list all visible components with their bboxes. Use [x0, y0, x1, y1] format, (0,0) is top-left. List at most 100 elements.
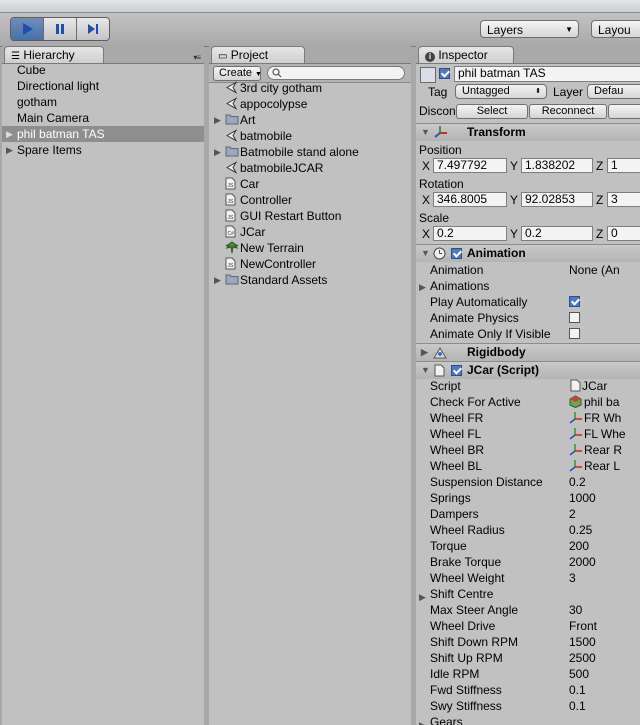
folder-icon [225, 145, 239, 158]
layout-dropdown[interactable]: Layou [591, 20, 640, 38]
jcar-script-header[interactable]: ▼ JCar (Script) [416, 361, 640, 379]
position-z-field[interactable]: 1 [607, 158, 640, 173]
jcar-property-value[interactable]: 2 [569, 506, 576, 522]
position-x-field[interactable]: 7.497792 [433, 158, 507, 173]
rotation-y-field[interactable]: 92.02853 [521, 192, 593, 207]
expand-arrow-icon[interactable]: ▶ [6, 142, 13, 158]
animation-header[interactable]: ▼ Animation [416, 244, 640, 262]
project-item[interactable]: ▶ Batmobile stand alone [209, 144, 411, 160]
expand-arrow-icon[interactable]: ▶ [214, 112, 221, 128]
animation-title: Animation [467, 246, 526, 260]
step-button[interactable] [77, 18, 109, 40]
jcar-property-value[interactable]: 500 [569, 666, 589, 682]
dropdown-arrow-icon: ▼ [255, 71, 262, 78]
jcar-property-value[interactable]: Rear L [584, 458, 620, 474]
expand-arrow-icon[interactable]: ▶ [6, 126, 13, 142]
animation-enabled-checkbox[interactable] [451, 248, 462, 259]
project-item[interactable]: 3rd city gotham [209, 80, 411, 96]
jcar-property-label: Swy Stiffness [430, 699, 502, 713]
jcar-property-row: Suspension Distance 0.2 [416, 474, 640, 490]
hierarchy-item-cube[interactable]: Cube [2, 62, 204, 78]
jcar-property-value[interactable]: phil ba [584, 394, 619, 410]
rigidbody-header[interactable]: ▶ Rigidbody [416, 343, 640, 361]
jcar-property-row: Max Steer Angle 30 [416, 602, 640, 618]
jcar-property-value[interactable]: Front [569, 618, 597, 634]
revert-button[interactable] [608, 104, 640, 119]
svg-text:JS: JS [228, 199, 235, 205]
panel-menu-icon[interactable]: ▾≡ [193, 53, 201, 62]
pause-button[interactable] [44, 18, 77, 40]
create-button[interactable]: Create ▼ [213, 66, 262, 81]
transform-axes-icon [434, 126, 447, 138]
foldout-arrow-icon[interactable]: ▼ [421, 124, 430, 141]
jcar-property-value[interactable]: Rear R [584, 442, 622, 458]
expand-arrow-icon[interactable]: ▶ [214, 272, 221, 288]
select-button[interactable]: Select [456, 104, 528, 119]
jcar-property-value[interactable]: 200 [569, 538, 589, 554]
foldout-arrow-icon[interactable]: ▼ [421, 362, 430, 379]
jcar-property-value[interactable]: 0.1 [569, 682, 586, 698]
project-item[interactable]: appocolypse [209, 96, 411, 112]
expand-arrow-icon[interactable]: ▶ [214, 144, 221, 160]
scale-y-field[interactable]: 0.2 [521, 226, 593, 241]
jcar-property-label: Shift Up RPM [430, 651, 503, 665]
project-item[interactable]: ▶ Art [209, 112, 411, 128]
project-item[interactable]: New Terrain [209, 240, 411, 256]
animation-field-value[interactable]: None (An [569, 262, 620, 278]
hierarchy-item-directional-light[interactable]: Directional light [2, 78, 204, 94]
tab-hierarchy[interactable]: ☰ Hierarchy [4, 46, 104, 63]
foldout-arrow-icon[interactable]: ▶ [421, 344, 428, 361]
jcar-enabled-checkbox[interactable] [451, 365, 462, 376]
project-item[interactable]: batmobileJCAR [209, 160, 411, 176]
tag-dropdown[interactable]: Untagged ⬍ [455, 84, 547, 99]
scale-x-field[interactable]: 0.2 [433, 226, 507, 241]
project-item[interactable]: JS Controller [209, 192, 411, 208]
position-y-field[interactable]: 1.838202 [521, 158, 593, 173]
project-item[interactable]: batmobile [209, 128, 411, 144]
reconnect-button[interactable]: Reconnect [529, 104, 607, 119]
project-item-label: batmobileJCAR [240, 161, 324, 175]
jcar-property-value[interactable]: 0.25 [569, 522, 592, 538]
rotation-x-field[interactable]: 346.8005 [433, 192, 507, 207]
jcar-property-value[interactable]: 30 [569, 602, 582, 618]
project-item[interactable]: JS NewController [209, 256, 411, 272]
hierarchy-item-phil-batman-tas[interactable]: ▶ phil batman TAS [2, 126, 204, 142]
scale-z-field[interactable]: 0 [607, 226, 640, 241]
play-automatically-checkbox[interactable] [569, 296, 580, 307]
object-active-checkbox[interactable] [439, 68, 450, 79]
jcar-property-value[interactable]: 2000 [569, 554, 596, 570]
jcar-property-value[interactable]: 1500 [569, 634, 596, 650]
jcar-property-value[interactable]: JCar [582, 378, 607, 394]
project-item[interactable]: JS GUI Restart Button [209, 208, 411, 224]
project-item[interactable]: ▶ Standard Assets [209, 272, 411, 288]
play-button[interactable] [11, 18, 44, 40]
tab-project[interactable]: ▭ Project [211, 46, 305, 63]
jcar-property-value[interactable]: 2500 [569, 650, 596, 666]
jcar-property-value[interactable]: FR Wh [584, 410, 621, 426]
layer-dropdown[interactable]: Defau [587, 84, 640, 99]
foldout-arrow-icon[interactable]: ▼ [421, 245, 430, 262]
layers-dropdown[interactable]: Layers ▼ [480, 20, 579, 38]
project-item[interactable]: C# JCar [209, 224, 411, 240]
transform-header[interactable]: ▼ Transform [416, 123, 640, 141]
hierarchy-item-spare-items[interactable]: ▶ Spare Items [2, 142, 204, 158]
jcar-property-value[interactable]: 3 [569, 570, 576, 586]
foldout-arrow-icon[interactable]: ▶ [419, 717, 426, 725]
jcar-property-value[interactable]: 1000 [569, 490, 596, 506]
jcar-property-value[interactable]: 0.2 [569, 474, 586, 490]
project-item-label: 3rd city gotham [240, 81, 323, 95]
animate-only-if-visible-checkbox[interactable] [569, 328, 580, 339]
scale-label: Scale [419, 211, 450, 225]
tab-inspector[interactable]: i Inspector [418, 46, 514, 63]
search-input[interactable] [267, 66, 405, 80]
animate-physics-checkbox[interactable] [569, 312, 580, 323]
project-item[interactable]: JS Car [209, 176, 411, 192]
object-name-field[interactable]: phil batman TAS [454, 66, 640, 82]
hierarchy-item-label: Main Camera [17, 111, 90, 125]
rotation-z-field[interactable]: 3 [607, 192, 640, 207]
hierarchy-item-gotham[interactable]: gotham [2, 94, 204, 110]
hierarchy-item-main-camera[interactable]: Main Camera [2, 110, 204, 126]
foldout-arrow-icon[interactable]: ▶ [419, 282, 426, 293]
jcar-property-value[interactable]: FL Whe [584, 426, 626, 442]
jcar-property-value[interactable]: 0.1 [569, 698, 586, 714]
